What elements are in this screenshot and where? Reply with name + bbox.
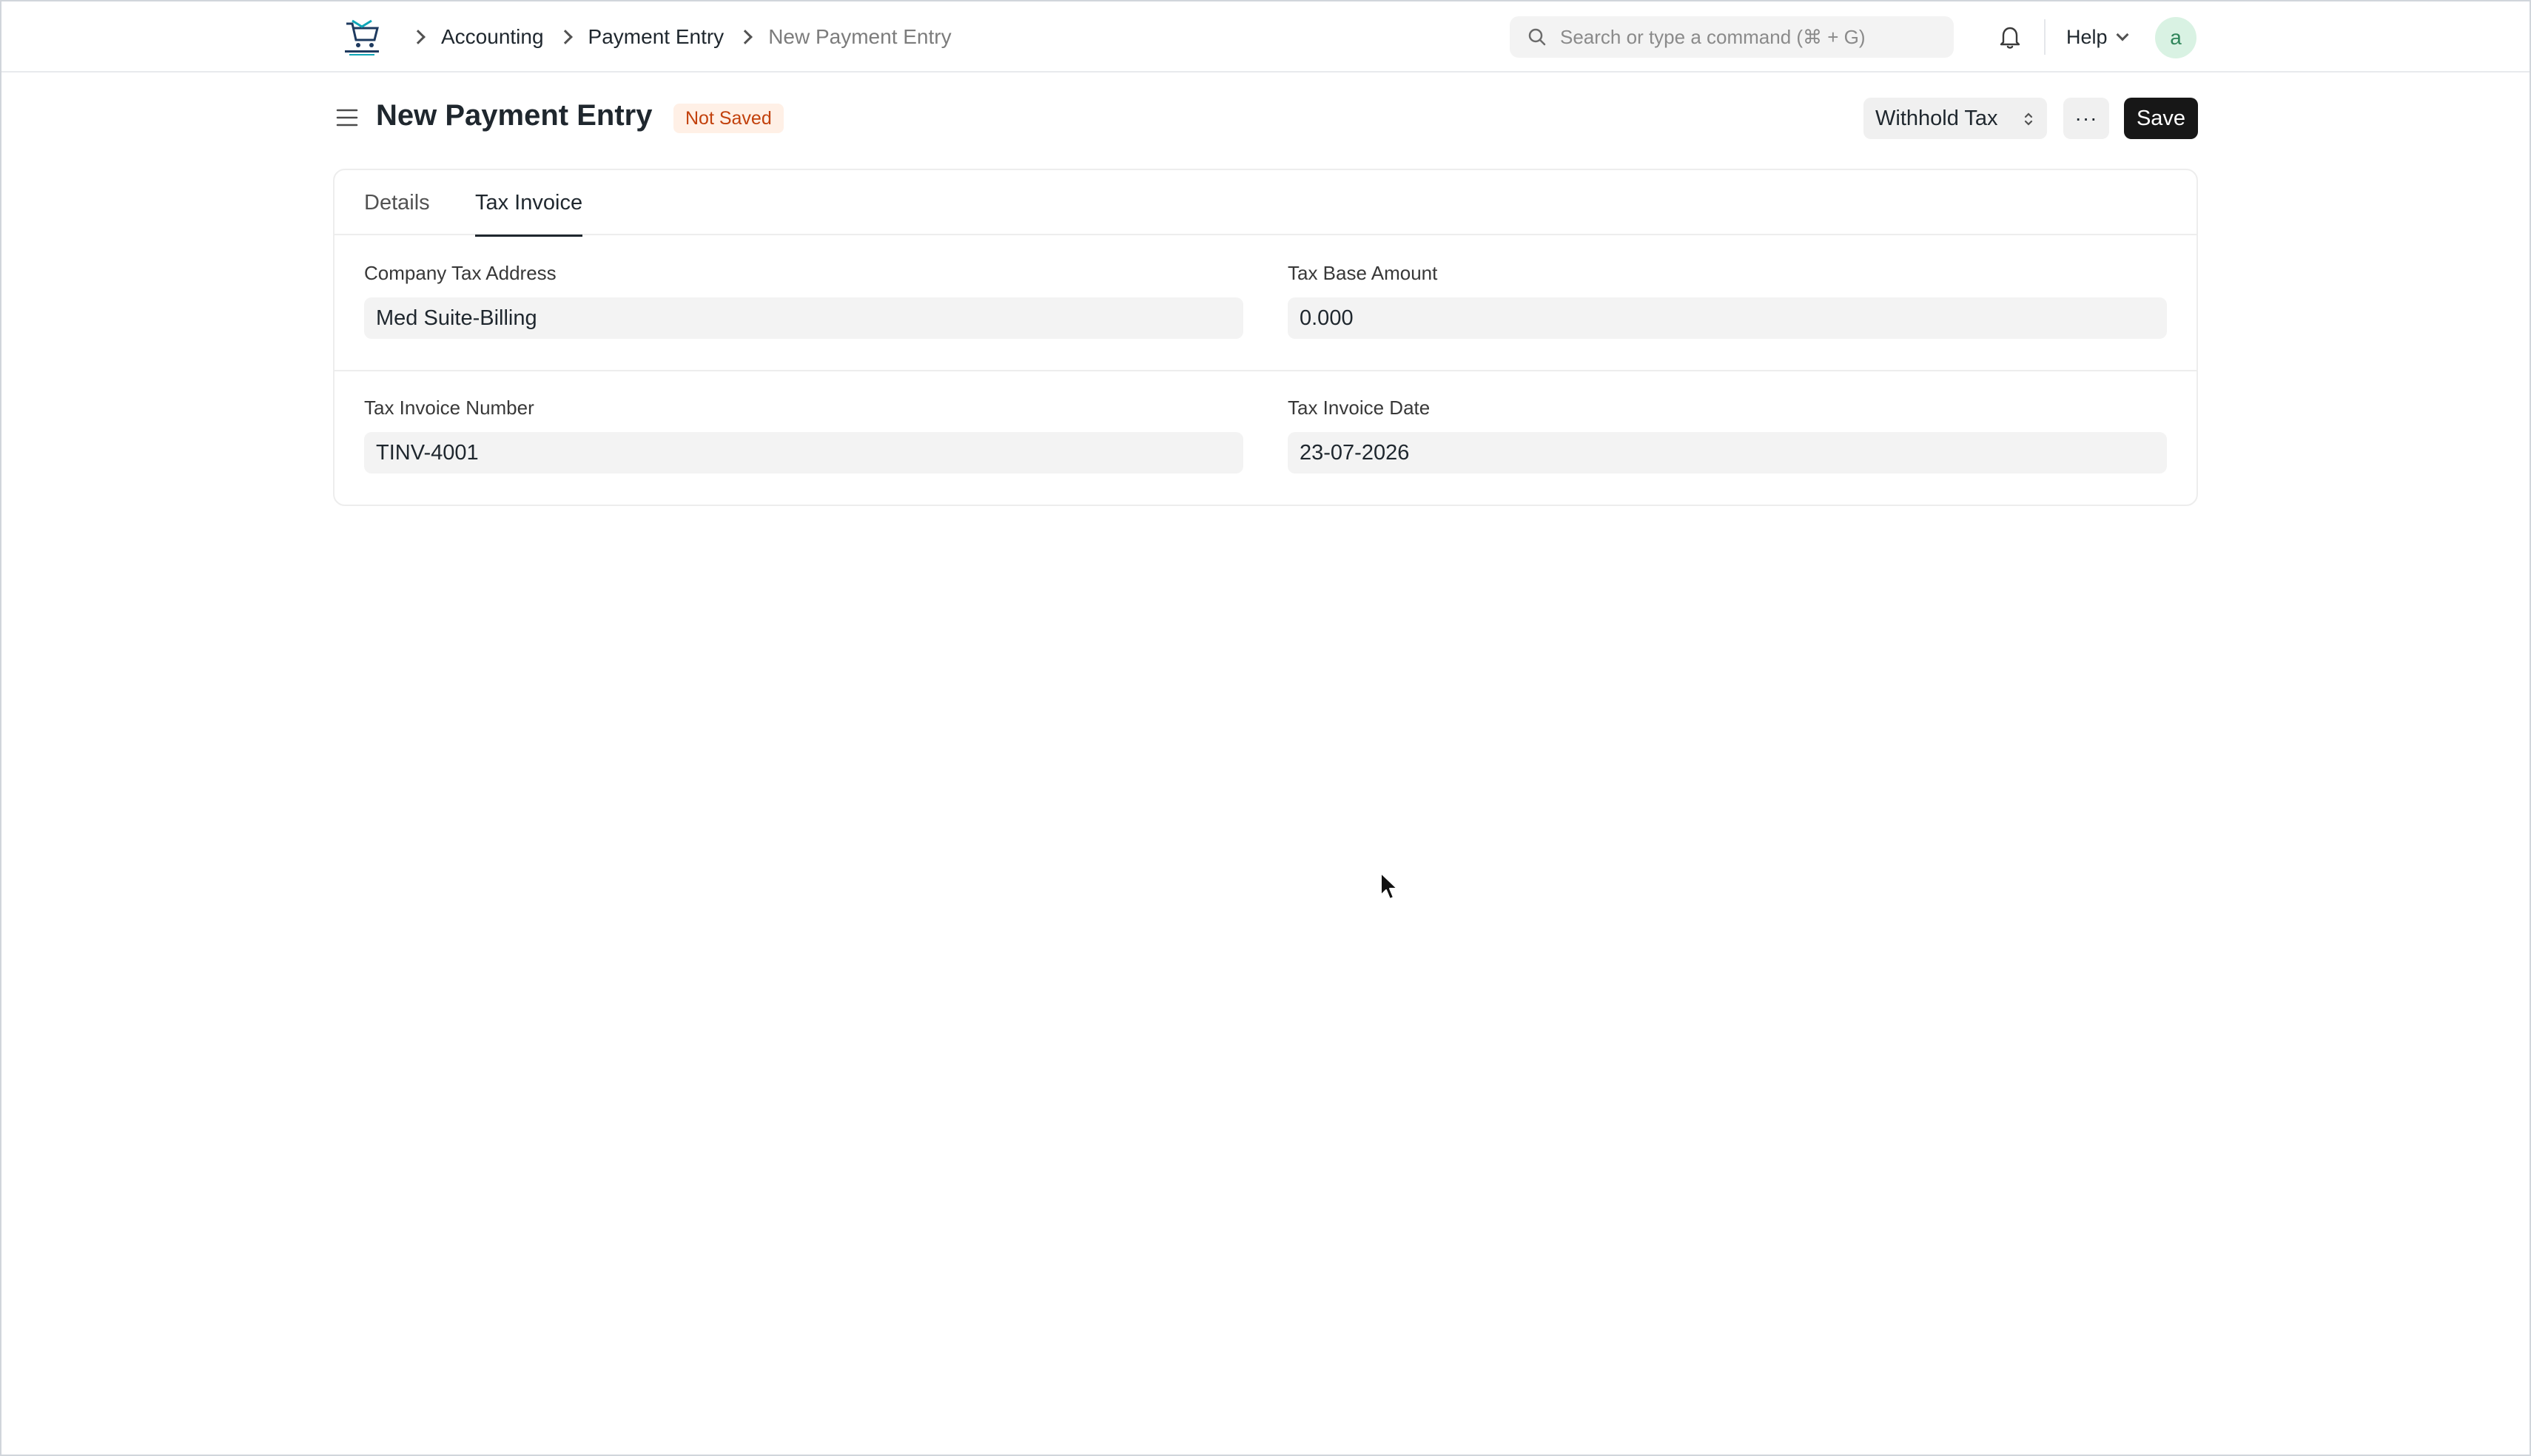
navbar: Accounting Payment Entry New Payment Ent… — [1, 1, 2530, 73]
company-tax-address-label: Company Tax Address — [364, 262, 557, 284]
tax-invoice-number-field: Tax Invoice Number TINV-4001 — [364, 397, 1243, 473]
breadcrumb-accounting[interactable]: Accounting — [441, 25, 544, 49]
chevron-down-icon — [2116, 28, 2129, 41]
form-tabs: Details Tax Invoice — [335, 170, 2196, 237]
chevron-right-icon — [557, 30, 573, 44]
tax-invoice-date-field: Tax Invoice Date 23-07-2026 — [1288, 397, 2167, 473]
tax-base-amount-label: Tax Base Amount — [1288, 262, 1438, 284]
form-card: Details Tax Invoice Company Tax Address … — [333, 169, 2198, 506]
section-divider — [335, 370, 2196, 371]
tax-base-amount-input[interactable]: 0.000 — [1288, 297, 2167, 339]
avatar[interactable]: a — [2155, 17, 2196, 58]
chevron-right-icon — [738, 30, 753, 44]
breadcrumb-payment-entry[interactable]: Payment Entry — [588, 25, 725, 49]
mouse-pointer-icon — [1380, 872, 1398, 900]
company-tax-address-input[interactable]: Med Suite-Billing — [364, 297, 1243, 339]
search-bar[interactable] — [1510, 16, 1954, 58]
tax-base-amount-field: Tax Base Amount 0.000 — [1288, 262, 2167, 339]
withhold-tax-select[interactable]: Withhold Tax — [1863, 98, 2047, 139]
withhold-tax-label: Withhold Tax — [1875, 106, 1998, 130]
shopping-cart-logo-icon[interactable] — [342, 18, 382, 58]
breadcrumb-new-payment-entry[interactable]: New Payment Entry — [768, 25, 951, 49]
tax-invoice-date-input[interactable]: 23-07-2026 — [1288, 432, 2167, 473]
tax-invoice-number-label: Tax Invoice Number — [364, 397, 534, 419]
page-title: New Payment Entry — [376, 99, 653, 132]
search-icon — [1528, 28, 1546, 46]
tax-invoice-number-input[interactable]: TINV-4001 — [364, 432, 1243, 473]
sidebar-toggle-icon[interactable] — [335, 105, 360, 130]
chevron-right-icon — [411, 30, 426, 44]
app-window: Accounting Payment Entry New Payment Ent… — [0, 0, 2531, 1456]
bell-icon[interactable] — [1997, 24, 2023, 50]
tab-details[interactable]: Details — [364, 170, 430, 235]
search-input[interactable] — [1560, 25, 1945, 49]
navbar-divider — [2044, 19, 2046, 55]
tax-invoice-date-label: Tax Invoice Date — [1288, 397, 1431, 419]
status-badge: Not Saved — [673, 104, 784, 133]
select-updown-icon — [2024, 112, 2033, 126]
help-label: Help — [2066, 25, 2108, 48]
save-button[interactable]: Save — [2124, 98, 2198, 139]
breadcrumb: Accounting Payment Entry New Payment Ent… — [406, 1, 952, 73]
company-tax-address-field: Company Tax Address Med Suite-Billing — [364, 262, 1243, 339]
more-actions-button[interactable]: ··· — [2063, 98, 2109, 139]
help-dropdown[interactable]: Help — [2066, 1, 2129, 73]
tab-tax-invoice[interactable]: Tax Invoice — [475, 170, 583, 237]
